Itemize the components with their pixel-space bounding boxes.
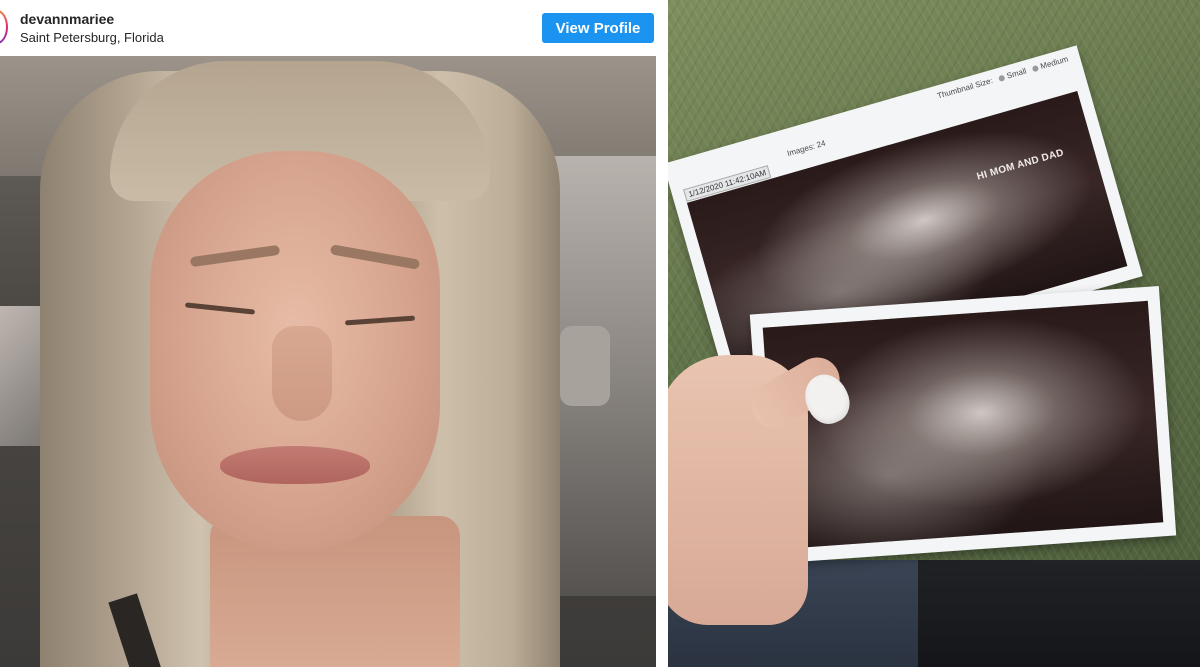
size-medium-label: Medium: [1039, 54, 1070, 71]
legging: [918, 560, 1200, 667]
mouth: [220, 446, 370, 484]
radio-icon: [997, 74, 1005, 83]
size-small-option: Small: [997, 66, 1027, 83]
radio-icon: [1031, 64, 1039, 73]
post-photo: [0, 56, 656, 667]
car-handle: [560, 326, 610, 406]
size-small-label: Small: [1005, 66, 1028, 81]
scan-caption: HI MOM AND DAD: [975, 147, 1066, 183]
image-count: Images: 24: [786, 138, 827, 159]
thumbnail-size-label: Thumbnail Size:: [936, 76, 994, 101]
post-header: devannmariee Saint Petersburg, Florida V…: [0, 0, 662, 56]
thumbnail-size-options: Thumbnail Size: Small Medium: [936, 54, 1069, 100]
size-medium-option: Medium: [1031, 54, 1069, 73]
profile-avatar[interactable]: [0, 10, 8, 44]
ultrasound-print-bottom: [749, 286, 1177, 564]
instagram-post: devannmariee Saint Petersburg, Florida V…: [0, 0, 662, 667]
avatar-inner: [0, 12, 6, 42]
panel-divider: [656, 0, 668, 667]
ultrasound-photo: Thumbnail Size: Small Medium Images: 24 …: [668, 0, 1200, 667]
nose: [272, 326, 332, 421]
location[interactable]: Saint Petersburg, Florida: [20, 30, 164, 45]
username[interactable]: devannmariee: [20, 11, 114, 27]
ultrasound-scan-image-2: [762, 300, 1164, 550]
view-profile-button[interactable]: View Profile: [542, 13, 654, 43]
